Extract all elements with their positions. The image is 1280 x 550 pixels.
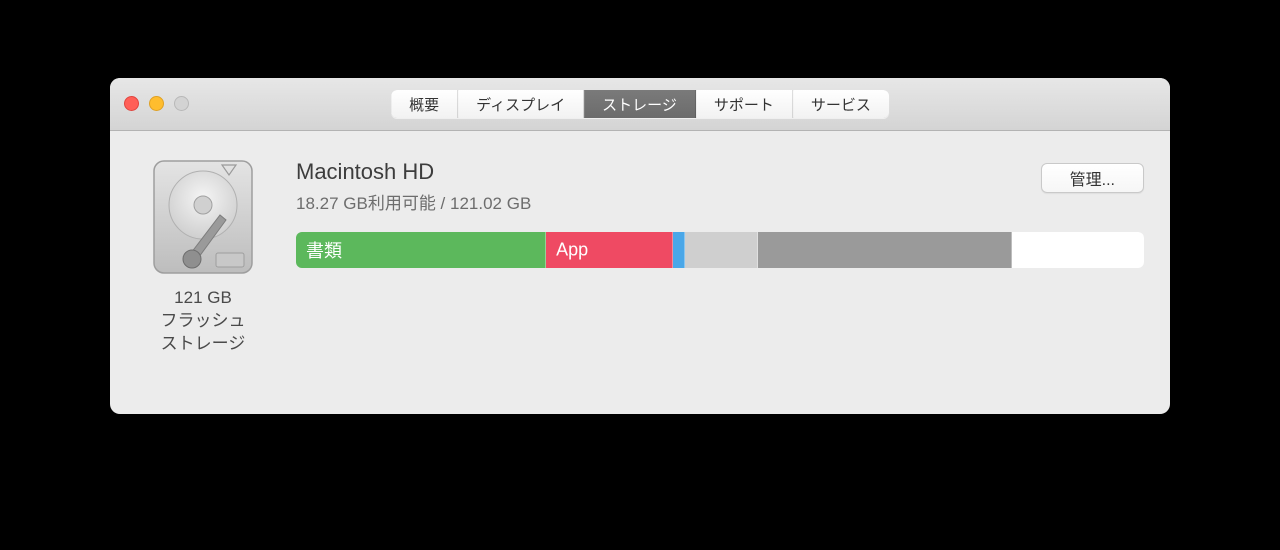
drive-capacity: 121 GB [136,287,270,310]
info-column: Macintosh HD 18.27 GB利用可能 / 121.02 GB 管理… [270,157,1144,356]
drive-type-line1: フラッシュ [136,310,270,333]
close-icon[interactable] [124,96,139,111]
segment-blue [673,232,685,268]
drive-type-line2: ストレージ [136,333,270,356]
tab-service[interactable]: サービス [793,90,889,118]
segment-documents-label: 書類 [306,237,342,263]
storage-bar: 書類 App [296,232,1144,268]
window-controls [124,96,189,111]
manage-button[interactable]: 管理... [1041,163,1144,193]
tab-overview[interactable]: 概要 [391,90,458,118]
volume-subtitle: 18.27 GB利用可能 / 121.02 GB [296,189,1144,214]
window-body: 121 GB フラッシュ ストレージ Macintosh HD 18.27 GB… [110,131,1170,376]
minimize-icon[interactable] [149,96,164,111]
tab-support[interactable]: サポート [696,90,793,118]
segment-free [1012,232,1144,268]
segment-apps-label: App [556,240,588,261]
storage-window: 概要 ディスプレイ ストレージ サポート サービス [110,78,1170,414]
tab-display[interactable]: ディスプレイ [458,90,584,118]
segment-apps: App [546,232,673,268]
segment-lightgray [685,232,758,268]
tab-bar: 概要 ディスプレイ ストレージ サポート サービス [391,90,889,118]
segment-documents: 書類 [296,232,546,268]
segment-darkgray [758,232,1012,268]
drive-column: 121 GB フラッシュ ストレージ [136,157,270,356]
tab-storage[interactable]: ストレージ [584,90,696,118]
volume-name: Macintosh HD [296,159,1144,185]
zoom-icon[interactable] [174,96,189,111]
window-toolbar: 概要 ディスプレイ ストレージ サポート サービス [110,78,1170,131]
drive-size-label: 121 GB フラッシュ ストレージ [136,287,270,356]
harddrive-icon [148,157,258,277]
